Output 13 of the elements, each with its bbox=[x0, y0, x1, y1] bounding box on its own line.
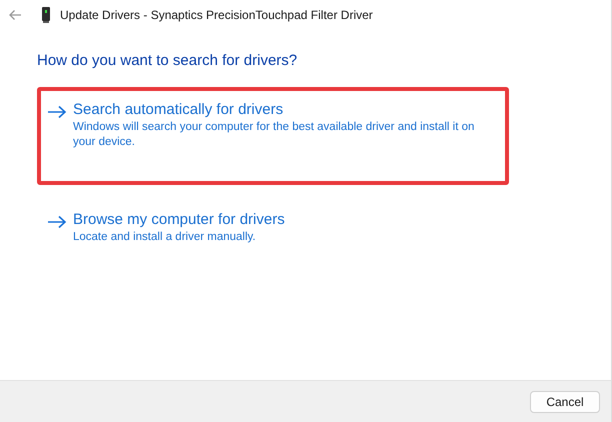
arrow-icon bbox=[47, 215, 67, 229]
window-title: Update Drivers - Synaptics PrecisionTouchpad Filter Driver bbox=[60, 8, 373, 22]
cancel-button[interactable]: Cancel bbox=[530, 390, 600, 412]
option-description: Windows will search your computer for the best available driver and install it on your device. bbox=[73, 120, 476, 150]
option-link[interactable]: Search automatically for drivers Windows will search your computer for the best available driver and install it on your device. bbox=[37, 87, 509, 185]
back-icon[interactable] bbox=[8, 9, 22, 21]
option-description: Locate and install a driver manually. bbox=[73, 230, 257, 245]
arrow-icon bbox=[47, 105, 67, 119]
option-link[interactable]: Browse my computer for drivers Locate and install a driver manually. bbox=[37, 197, 509, 259]
device-icon bbox=[42, 7, 50, 23]
option-title: Search automatically for drivers bbox=[73, 101, 284, 118]
option-title: Browse my computer for drivers bbox=[73, 211, 285, 228]
heading: How do you want to search for drivers? bbox=[37, 52, 298, 69]
